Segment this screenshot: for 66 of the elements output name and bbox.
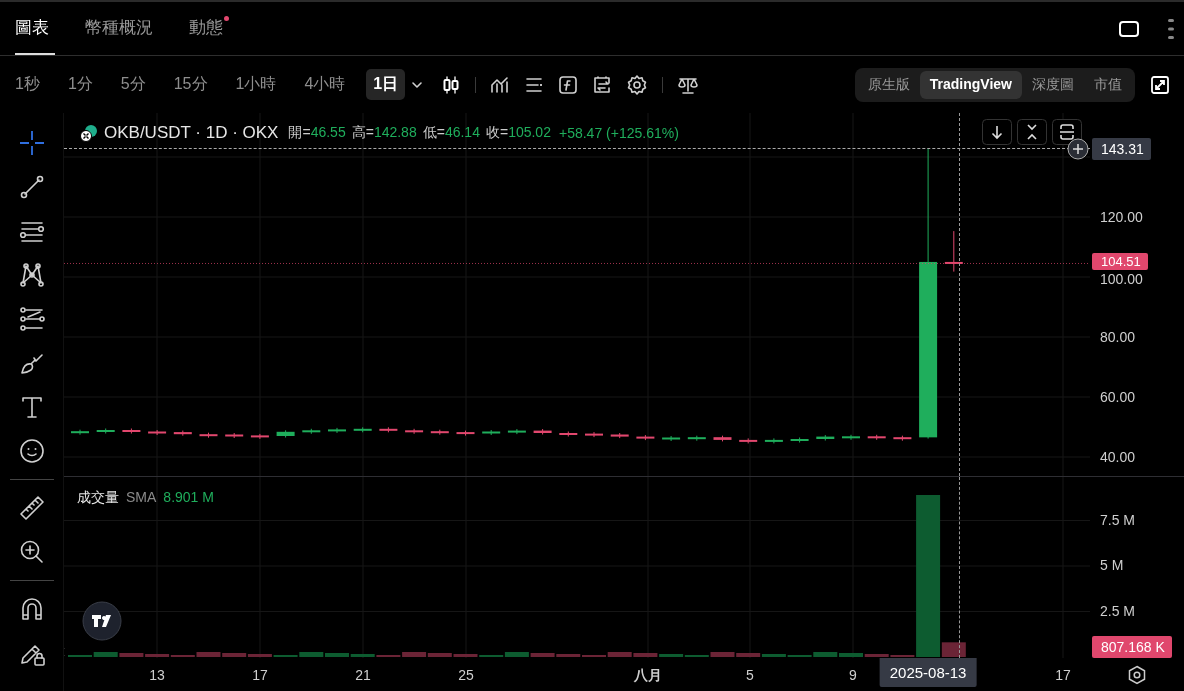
symbol-title: OKB/USDT · 1D · OKX [104, 123, 279, 143]
last-price-label: 104.51 [1092, 253, 1148, 271]
fit-screen-icon[interactable] [1052, 119, 1082, 145]
axis-label: 17 [1055, 667, 1071, 683]
axis-label: 60.00 [1100, 389, 1136, 405]
crosshair-icon[interactable] [17, 129, 46, 157]
view-mode-tab[interactable]: 原生版 [857, 70, 920, 99]
axis-label: 9 [849, 667, 857, 683]
indicators-icon[interactable] [490, 74, 511, 95]
indicator-value: 8.901 M [163, 489, 214, 507]
settings-icon[interactable] [626, 73, 649, 96]
chevron-down-icon[interactable] [411, 80, 424, 89]
axis-label: 八月 [634, 667, 662, 685]
interval-button[interactable]: 1小時 [228, 69, 284, 100]
view-mode-tab[interactable]: 市值 [1084, 70, 1132, 99]
replay-icon[interactable] [592, 74, 613, 95]
window-icon[interactable] [1118, 19, 1140, 38]
axis-label: 7.5 M [1100, 511, 1135, 528]
axis-label: 2.5 M [1100, 602, 1135, 619]
axis-label: 17 [252, 667, 268, 683]
pattern-icon[interactable] [17, 261, 46, 289]
axis-label: 13 [149, 667, 165, 683]
view-mode-tab[interactable]: 深度圖 [1022, 70, 1084, 99]
tab[interactable]: 幣種概況 [85, 2, 159, 55]
indicator-name: SMA [126, 489, 157, 507]
interval-button[interactable]: 1秒 [8, 69, 47, 100]
interval-button[interactable]: 15分 [166, 69, 215, 100]
arrow-down-icon[interactable] [982, 119, 1012, 145]
axis-label: 100.00 [1100, 271, 1143, 287]
fullscreen-icon[interactable] [1151, 75, 1169, 94]
view-mode-tab[interactable]: TradingView [919, 70, 1022, 99]
candle [944, 230, 963, 273]
ohlc-value: 開=46.55 [288, 124, 346, 142]
interval-button[interactable]: 5分 [113, 69, 153, 100]
ohlc-value: 高=142.88 [351, 124, 417, 142]
axis-label: 5 [746, 667, 754, 683]
add-circle-icon[interactable] [1067, 138, 1089, 160]
last-volume-label: 807.168 K [1092, 636, 1172, 659]
ruler-icon[interactable] [17, 494, 46, 522]
ohlc-value: 低=46.14 [422, 124, 480, 142]
smiley-icon[interactable] [17, 437, 46, 465]
crosshair-price-label: 143.31 [1092, 138, 1151, 160]
fibonacci-icon[interactable] [17, 305, 46, 333]
settings-icon[interactable] [1127, 664, 1147, 685]
axis-label: 25 [458, 667, 474, 683]
candle [276, 429, 295, 438]
axis-label: 80.00 [1100, 329, 1136, 345]
price-change: +58.47 (+125.61%) [558, 125, 679, 141]
tab[interactable]: 圖表 [15, 2, 55, 55]
axis-label: 21 [355, 667, 371, 683]
interval-button[interactable]: 1分 [60, 69, 100, 100]
ohlc-value: 收=105.02 [485, 124, 551, 142]
crosshair-date-label: 2025-08-13 [879, 658, 977, 687]
tradingview-logo-icon[interactable] [82, 601, 122, 641]
volume-title: 成交量 [77, 489, 119, 507]
candlestick-icon[interactable] [441, 74, 462, 95]
tab[interactable]: 動態 [189, 2, 229, 55]
more-icon[interactable] [1168, 17, 1174, 40]
axis-label: 40.00 [1100, 449, 1136, 465]
interval-button[interactable]: 4小時 [297, 69, 353, 100]
collapse-icon[interactable] [1017, 119, 1047, 145]
axis-label: 120.00 [1100, 209, 1143, 225]
axis-label: 5 M [1100, 557, 1124, 573]
coin-icon [80, 124, 98, 142]
function-icon[interactable] [558, 74, 579, 95]
interval-button[interactable]: 1日 [366, 69, 406, 100]
